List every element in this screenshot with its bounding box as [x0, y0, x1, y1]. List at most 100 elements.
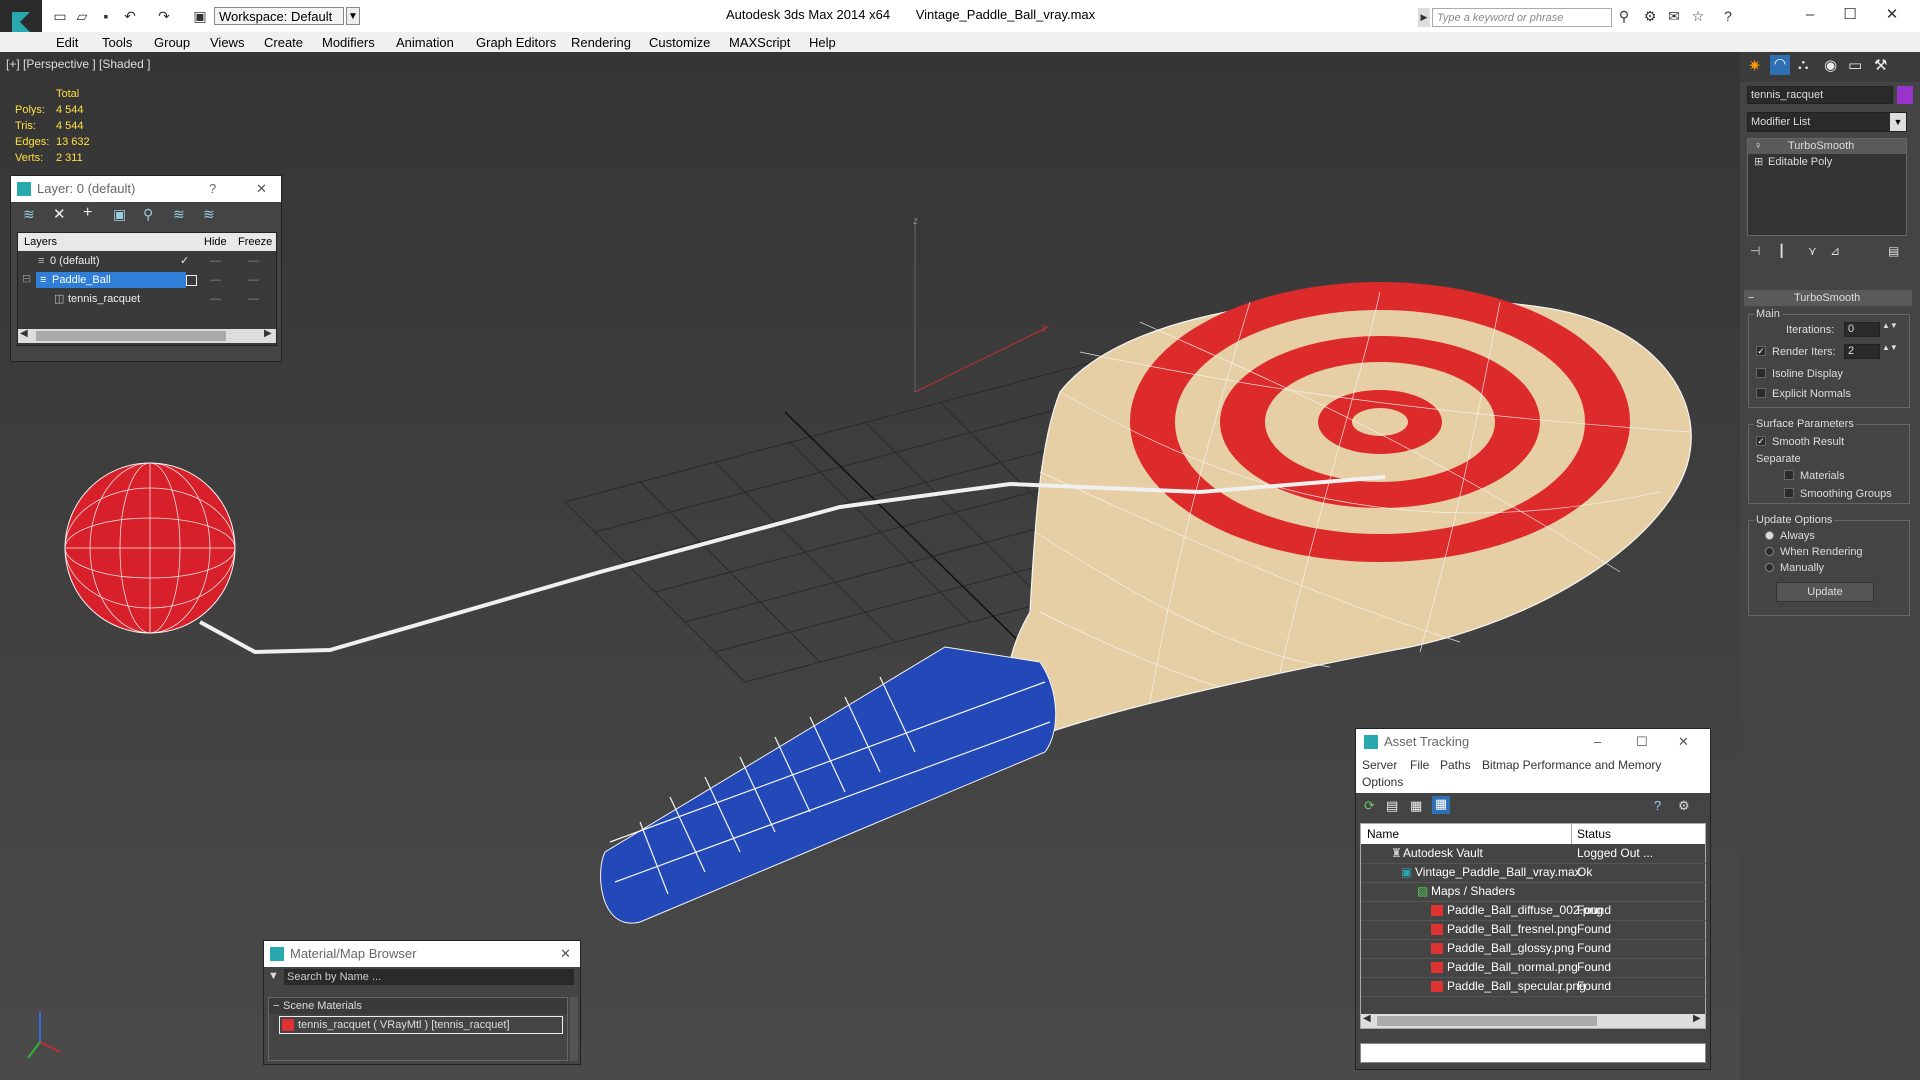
make-unique-icon[interactable]: ⋎	[1808, 244, 1817, 258]
scroll-left-icon[interactable]: ◀	[20, 328, 28, 339]
modify-tab-icon[interactable]: ◠	[1770, 55, 1790, 75]
asset-menu-options[interactable]: Options	[1362, 775, 1403, 789]
freeze-toggle[interactable]: —	[248, 290, 259, 308]
asset-maximize-button[interactable]: ☐	[1636, 729, 1648, 755]
layer-list-scrollbar[interactable]: ◀ ▶	[18, 328, 276, 343]
project-folder-icon[interactable]: ▣	[190, 6, 210, 26]
hide-all-layers-icon[interactable]: ≋	[173, 206, 185, 223]
show-end-result-icon[interactable]: ┃	[1778, 244, 1785, 258]
asset-close-button[interactable]: ✕	[1678, 729, 1689, 755]
rollout-collapse-icon[interactable]: −	[1748, 290, 1754, 306]
material-close-icon[interactable]: ✕	[560, 941, 571, 967]
asset-minimize-button[interactable]: –	[1594, 729, 1601, 755]
asset-settings-icon[interactable]: ⚙	[1678, 798, 1690, 814]
material-list-scrollbar[interactable]	[570, 997, 578, 1061]
table-row[interactable]: Paddle_Ball_normal.png Found	[1361, 958, 1707, 978]
table-row[interactable]: Paddle_Ball_diffuse_002.png Found	[1361, 901, 1707, 921]
asset-path-field[interactable]	[1360, 1043, 1706, 1063]
menu-group[interactable]: Group	[154, 35, 190, 50]
list-view-icon[interactable]: ▤	[1386, 798, 1398, 814]
refresh-icon[interactable]: ⟳	[1364, 798, 1375, 814]
table-row[interactable]: ▨ Maps / Shaders	[1361, 882, 1707, 902]
create-tab-icon[interactable]: ✷	[1748, 56, 1761, 76]
binoculars-icon[interactable]: ⚲	[1614, 6, 1634, 26]
hide-toggle[interactable]: —	[210, 271, 221, 289]
iterations-spinner[interactable]: 0	[1844, 322, 1880, 337]
search-expand-icon[interactable]: ▶	[1418, 8, 1430, 27]
col-name[interactable]: Name	[1367, 824, 1399, 844]
always-radio[interactable]	[1765, 531, 1774, 540]
scroll-right-icon[interactable]: ▶	[1693, 1013, 1701, 1024]
motion-tab-icon[interactable]: ◉	[1824, 56, 1837, 74]
menu-maxscript[interactable]: MAXScript	[729, 35, 790, 50]
when-rendering-radio[interactable]	[1765, 547, 1774, 556]
create-layer-icon[interactable]: ≋	[23, 206, 35, 223]
layer-row[interactable]: ⊟ ≡ Paddle_Ball — —	[18, 271, 276, 289]
minimize-button[interactable]: –	[1790, 4, 1830, 26]
add-to-layer-icon[interactable]: +	[83, 204, 92, 222]
workspace-dropdown[interactable]: Workspace: Default	[214, 7, 344, 25]
scroll-right-icon[interactable]: ▶	[264, 328, 272, 339]
filter-options-icon[interactable]: ▼	[268, 970, 279, 982]
hide-toggle[interactable]: —	[210, 252, 221, 270]
section-collapse-icon[interactable]: −	[273, 998, 279, 1014]
subscription-icon[interactable]: ⚙	[1640, 6, 1660, 26]
hide-toggle[interactable]: —	[210, 290, 221, 308]
asset-menu-file[interactable]: File	[1410, 758, 1429, 772]
update-button[interactable]: Update	[1776, 582, 1874, 602]
asset-help-icon[interactable]: ?	[1654, 798, 1661, 813]
menu-animation[interactable]: Animation	[396, 35, 454, 50]
explicit-normals-checkbox[interactable]	[1756, 388, 1766, 398]
layer-panel-titlebar[interactable]: Layer: 0 (default) ? ✕	[11, 176, 281, 202]
scroll-thumb[interactable]	[1377, 1016, 1597, 1026]
keyword-search-input[interactable]: Type a keyword or phrase	[1432, 8, 1612, 27]
active-layer-check-icon[interactable]: ✓	[180, 252, 189, 270]
redo-icon[interactable]: ↷	[154, 6, 174, 26]
turbosmooth-rollout-header[interactable]: − TurboSmooth	[1744, 290, 1912, 306]
asset-table-scrollbar[interactable]: ◀ ▶	[1361, 1013, 1705, 1028]
set-current-checkbox[interactable]	[186, 275, 197, 286]
col-freeze[interactable]: Freeze	[238, 233, 272, 251]
modifier-list-dropdown[interactable]: Modifier List ▼	[1747, 112, 1907, 132]
render-iters-spinner-arrows-icon[interactable]: ▲▼	[1882, 343, 1898, 352]
open-file-icon[interactable]: ▱	[72, 6, 92, 26]
menu-create[interactable]: Create	[264, 35, 303, 50]
undo-icon[interactable]: ↶	[120, 6, 140, 26]
table-row[interactable]: Paddle_Ball_specular.png Found	[1361, 977, 1707, 997]
col-layers[interactable]: Layers	[24, 233, 57, 251]
workspace-dropdown-arrow-icon[interactable]: ▼	[346, 7, 360, 25]
new-file-icon[interactable]: ▭	[50, 6, 70, 26]
highlight-layer-icon[interactable]: ⚲	[143, 206, 153, 223]
material-list-item[interactable]: tennis_racquet ( VRayMtl ) [tennis_racqu…	[279, 1016, 563, 1034]
manually-radio[interactable]	[1765, 563, 1774, 572]
expand-plus-icon[interactable]: ⊞	[1754, 155, 1763, 170]
freeze-toggle[interactable]: —	[248, 271, 259, 289]
asset-menu-server[interactable]: Server	[1362, 758, 1397, 772]
hierarchy-tab-icon[interactable]: ⛬	[1798, 56, 1809, 73]
close-button[interactable]: ✕	[1872, 4, 1912, 26]
asset-menu-bitmap[interactable]: Bitmap Performance and Memory	[1482, 758, 1661, 772]
asset-menu-paths[interactable]: Paths	[1440, 758, 1471, 772]
layer-row[interactable]: ◫ tennis_racquet — —	[18, 290, 276, 308]
iterations-spinner-arrows-icon[interactable]: ▲▼	[1882, 321, 1898, 330]
smooth-result-checkbox[interactable]: ✓	[1756, 436, 1766, 446]
scroll-left-icon[interactable]: ◀	[1363, 1013, 1371, 1024]
delete-layer-icon[interactable]: ✕	[53, 205, 66, 223]
scroll-thumb[interactable]	[36, 331, 226, 341]
pin-stack-icon[interactable]: ⊣	[1750, 244, 1760, 258]
menu-edit[interactable]: Edit	[56, 35, 78, 50]
display-tab-icon[interactable]: ▭	[1848, 56, 1862, 74]
collapse-icon[interactable]: ⊟	[22, 270, 31, 288]
save-icon[interactable]: ▪	[96, 6, 116, 26]
stack-item[interactable]: ♀ TurboSmooth	[1748, 139, 1906, 154]
menu-graph-editors[interactable]: Graph Editors	[476, 35, 556, 50]
table-view-icon[interactable]: ▦	[1432, 796, 1450, 814]
table-row[interactable]: Paddle_Ball_glossy.png Found	[1361, 939, 1707, 959]
object-name-input[interactable]: tennis_racquet	[1747, 86, 1893, 104]
table-row[interactable]: ♜ Autodesk Vault Logged Out ...	[1361, 844, 1707, 864]
utilities-tab-icon[interactable]: ⚒	[1874, 56, 1887, 74]
render-iters-checkbox[interactable]: ✓	[1756, 346, 1766, 356]
layer-help-icon[interactable]: ?	[209, 176, 216, 202]
menu-help[interactable]: Help	[809, 35, 836, 50]
table-row[interactable]: ▣ Vintage_Paddle_Ball_vray.max Ok	[1361, 863, 1707, 883]
